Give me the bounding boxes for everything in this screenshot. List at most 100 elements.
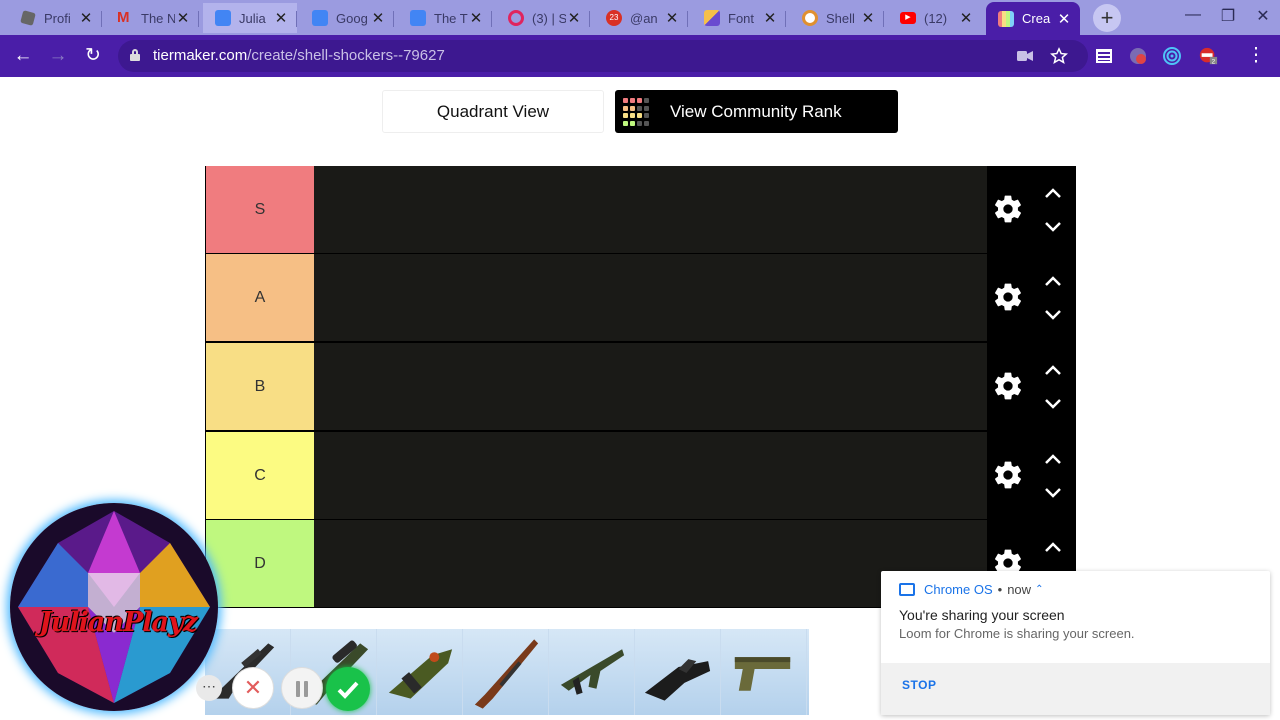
tab-docs-google[interactable]: Goog ✕ <box>300 3 394 33</box>
tier-label[interactable]: S <box>206 166 314 253</box>
calendar-icon: 23 <box>606 10 622 26</box>
gear-icon[interactable] <box>992 370 1024 402</box>
close-tab-icon[interactable]: ✕ <box>175 9 191 27</box>
notification-title: You're sharing your screen <box>899 607 1065 623</box>
tier-row: C <box>205 432 1076 519</box>
stop-sharing-button[interactable]: STOP <box>902 678 936 692</box>
chrome-menu-icon[interactable]: ⋮ <box>1243 43 1269 69</box>
tab-spiral[interactable]: (3) | S ✕ <box>496 3 590 33</box>
notification-app-name: Chrome OS <box>924 582 993 597</box>
loom-cancel-button[interactable]: ✕ <box>232 667 274 709</box>
reload-button[interactable]: ↻ <box>80 43 106 69</box>
gear-icon[interactable] <box>992 281 1024 313</box>
browser-toolbar: ← → ↻ tiermaker.com/create/shell-shocker… <box>0 35 1280 77</box>
screen-share-icon <box>899 583 915 596</box>
view-community-rank-button[interactable]: View Community Rank <box>615 90 898 133</box>
close-tab-icon[interactable]: ✕ <box>1056 10 1072 28</box>
tab-shell[interactable]: Shell ✕ <box>790 3 884 33</box>
docs-icon <box>215 10 231 26</box>
tier-grid-icon <box>623 98 651 126</box>
gear-icon[interactable] <box>992 193 1024 225</box>
loom-camera-bubble[interactable]: JulianPlayz <box>10 503 218 711</box>
chevron-down-icon[interactable] <box>1043 308 1063 322</box>
tier-list: S A B C D <box>205 166 1076 608</box>
close-tab-icon[interactable]: ✕ <box>860 9 876 27</box>
chevron-up-icon[interactable] <box>1043 540 1063 554</box>
youtube-icon: ▶ <box>900 12 916 24</box>
avatar-watermark-text: JulianPlayz <box>38 607 198 638</box>
brush-icon <box>704 10 720 26</box>
close-tab-icon[interactable]: ✕ <box>273 9 289 27</box>
close-tab-icon[interactable]: ✕ <box>664 9 680 27</box>
url-text[interactable]: tiermaker.com/create/shell-shockers--796… <box>153 47 445 64</box>
egg-icon <box>802 10 818 26</box>
close-tab-icon[interactable]: ✕ <box>78 9 94 27</box>
tier-label[interactable]: A <box>206 254 314 341</box>
chevron-up-icon[interactable] <box>1043 452 1063 466</box>
notification-message: Loom for Chrome is sharing your screen. <box>899 626 1135 641</box>
tab-youtube[interactable]: ▶ (12) ✕ <box>888 3 982 33</box>
tier-label[interactable]: B <box>206 343 314 430</box>
lock-icon <box>130 49 140 61</box>
tab-font[interactable]: Font ✕ <box>692 3 786 33</box>
loom-more-button[interactable]: ⋯ <box>196 675 222 701</box>
chevron-down-icon[interactable] <box>1043 220 1063 234</box>
pause-icon <box>296 681 300 697</box>
tier-drop-zone[interactable] <box>314 254 987 341</box>
docs-icon <box>312 10 328 26</box>
tier-drop-zone[interactable] <box>314 166 987 253</box>
close-tab-icon[interactable]: ✕ <box>566 9 582 27</box>
address-bar[interactable]: tiermaker.com/create/shell-shockers--796… <box>118 40 1088 72</box>
tier-row: S <box>205 166 1076 253</box>
close-tab-icon[interactable]: ✕ <box>958 9 974 27</box>
close-tab-icon[interactable]: ✕ <box>370 9 386 27</box>
chevron-up-icon[interactable] <box>1043 363 1063 377</box>
checkmark-icon <box>337 681 359 699</box>
svg-text:2: 2 <box>1212 58 1216 65</box>
loom-pause-button[interactable] <box>281 667 323 709</box>
tab-calendar[interactable]: 23 @an ✕ <box>594 3 688 33</box>
tab-tiermaker-active[interactable]: Crea ✕ <box>986 2 1080 35</box>
smg-item[interactable] <box>635 629 721 715</box>
tiermaker-icon <box>998 10 1014 27</box>
close-tab-icon[interactable]: ✕ <box>468 9 484 27</box>
adblock-extension-icon[interactable]: 2 <box>1198 46 1218 66</box>
assault-rifle-item[interactable] <box>549 629 635 715</box>
tier-drop-zone[interactable] <box>314 432 987 519</box>
bookmark-star-icon[interactable] <box>1050 47 1068 65</box>
quadrant-view-button[interactable]: Quadrant View <box>382 90 604 133</box>
shotgun-item[interactable] <box>463 629 549 715</box>
tab-gmail[interactable]: M The N ✕ <box>105 3 199 33</box>
loom-finish-button[interactable] <box>326 667 370 711</box>
forward-button[interactable]: → <box>45 43 71 69</box>
pistol-item[interactable] <box>721 629 807 715</box>
close-tab-icon[interactable]: ✕ <box>762 9 778 27</box>
close-window-button[interactable]: ✕ <box>1251 6 1275 28</box>
chevron-down-icon[interactable] <box>1043 486 1063 500</box>
notification-time: now <box>1007 582 1032 597</box>
tab-grid-extension-icon[interactable] <box>1094 46 1114 66</box>
chevron-up-icon[interactable]: ⌃ <box>1035 584 1043 595</box>
launcher-item[interactable] <box>377 629 463 715</box>
tab-strip: Profi ✕ M The N ✕ Julia ✕ Goog ✕ The T ✕… <box>0 0 1280 35</box>
chevron-down-icon[interactable] <box>1043 397 1063 411</box>
chevron-up-icon[interactable] <box>1043 274 1063 288</box>
tier-row: A <box>205 254 1076 341</box>
restore-button[interactable]: ❐ <box>1216 6 1240 28</box>
chevron-up-icon[interactable] <box>1043 186 1063 200</box>
record-extension-icon[interactable] <box>1128 46 1148 66</box>
tier-label[interactable]: D <box>206 520 314 607</box>
minimize-button[interactable]: — <box>1181 6 1205 28</box>
tab-roblox[interactable]: Profi ✕ <box>8 3 102 33</box>
gear-icon[interactable] <box>992 459 1024 491</box>
tier-drop-zone[interactable] <box>314 343 987 430</box>
new-tab-button[interactable]: + <box>1093 4 1121 32</box>
tab-docs-the[interactable]: The T ✕ <box>398 3 492 33</box>
screen-share-notification: Chrome OS • now ⌃ You're sharing your sc… <box>881 571 1270 715</box>
tab-docs-julia[interactable]: Julia ✕ <box>203 3 297 33</box>
back-button[interactable]: ← <box>10 43 36 69</box>
fingerprint-extension-icon[interactable] <box>1162 46 1182 66</box>
spiral-icon <box>508 10 524 26</box>
camera-icon[interactable] <box>1017 49 1033 63</box>
tier-label[interactable]: C <box>206 432 314 519</box>
